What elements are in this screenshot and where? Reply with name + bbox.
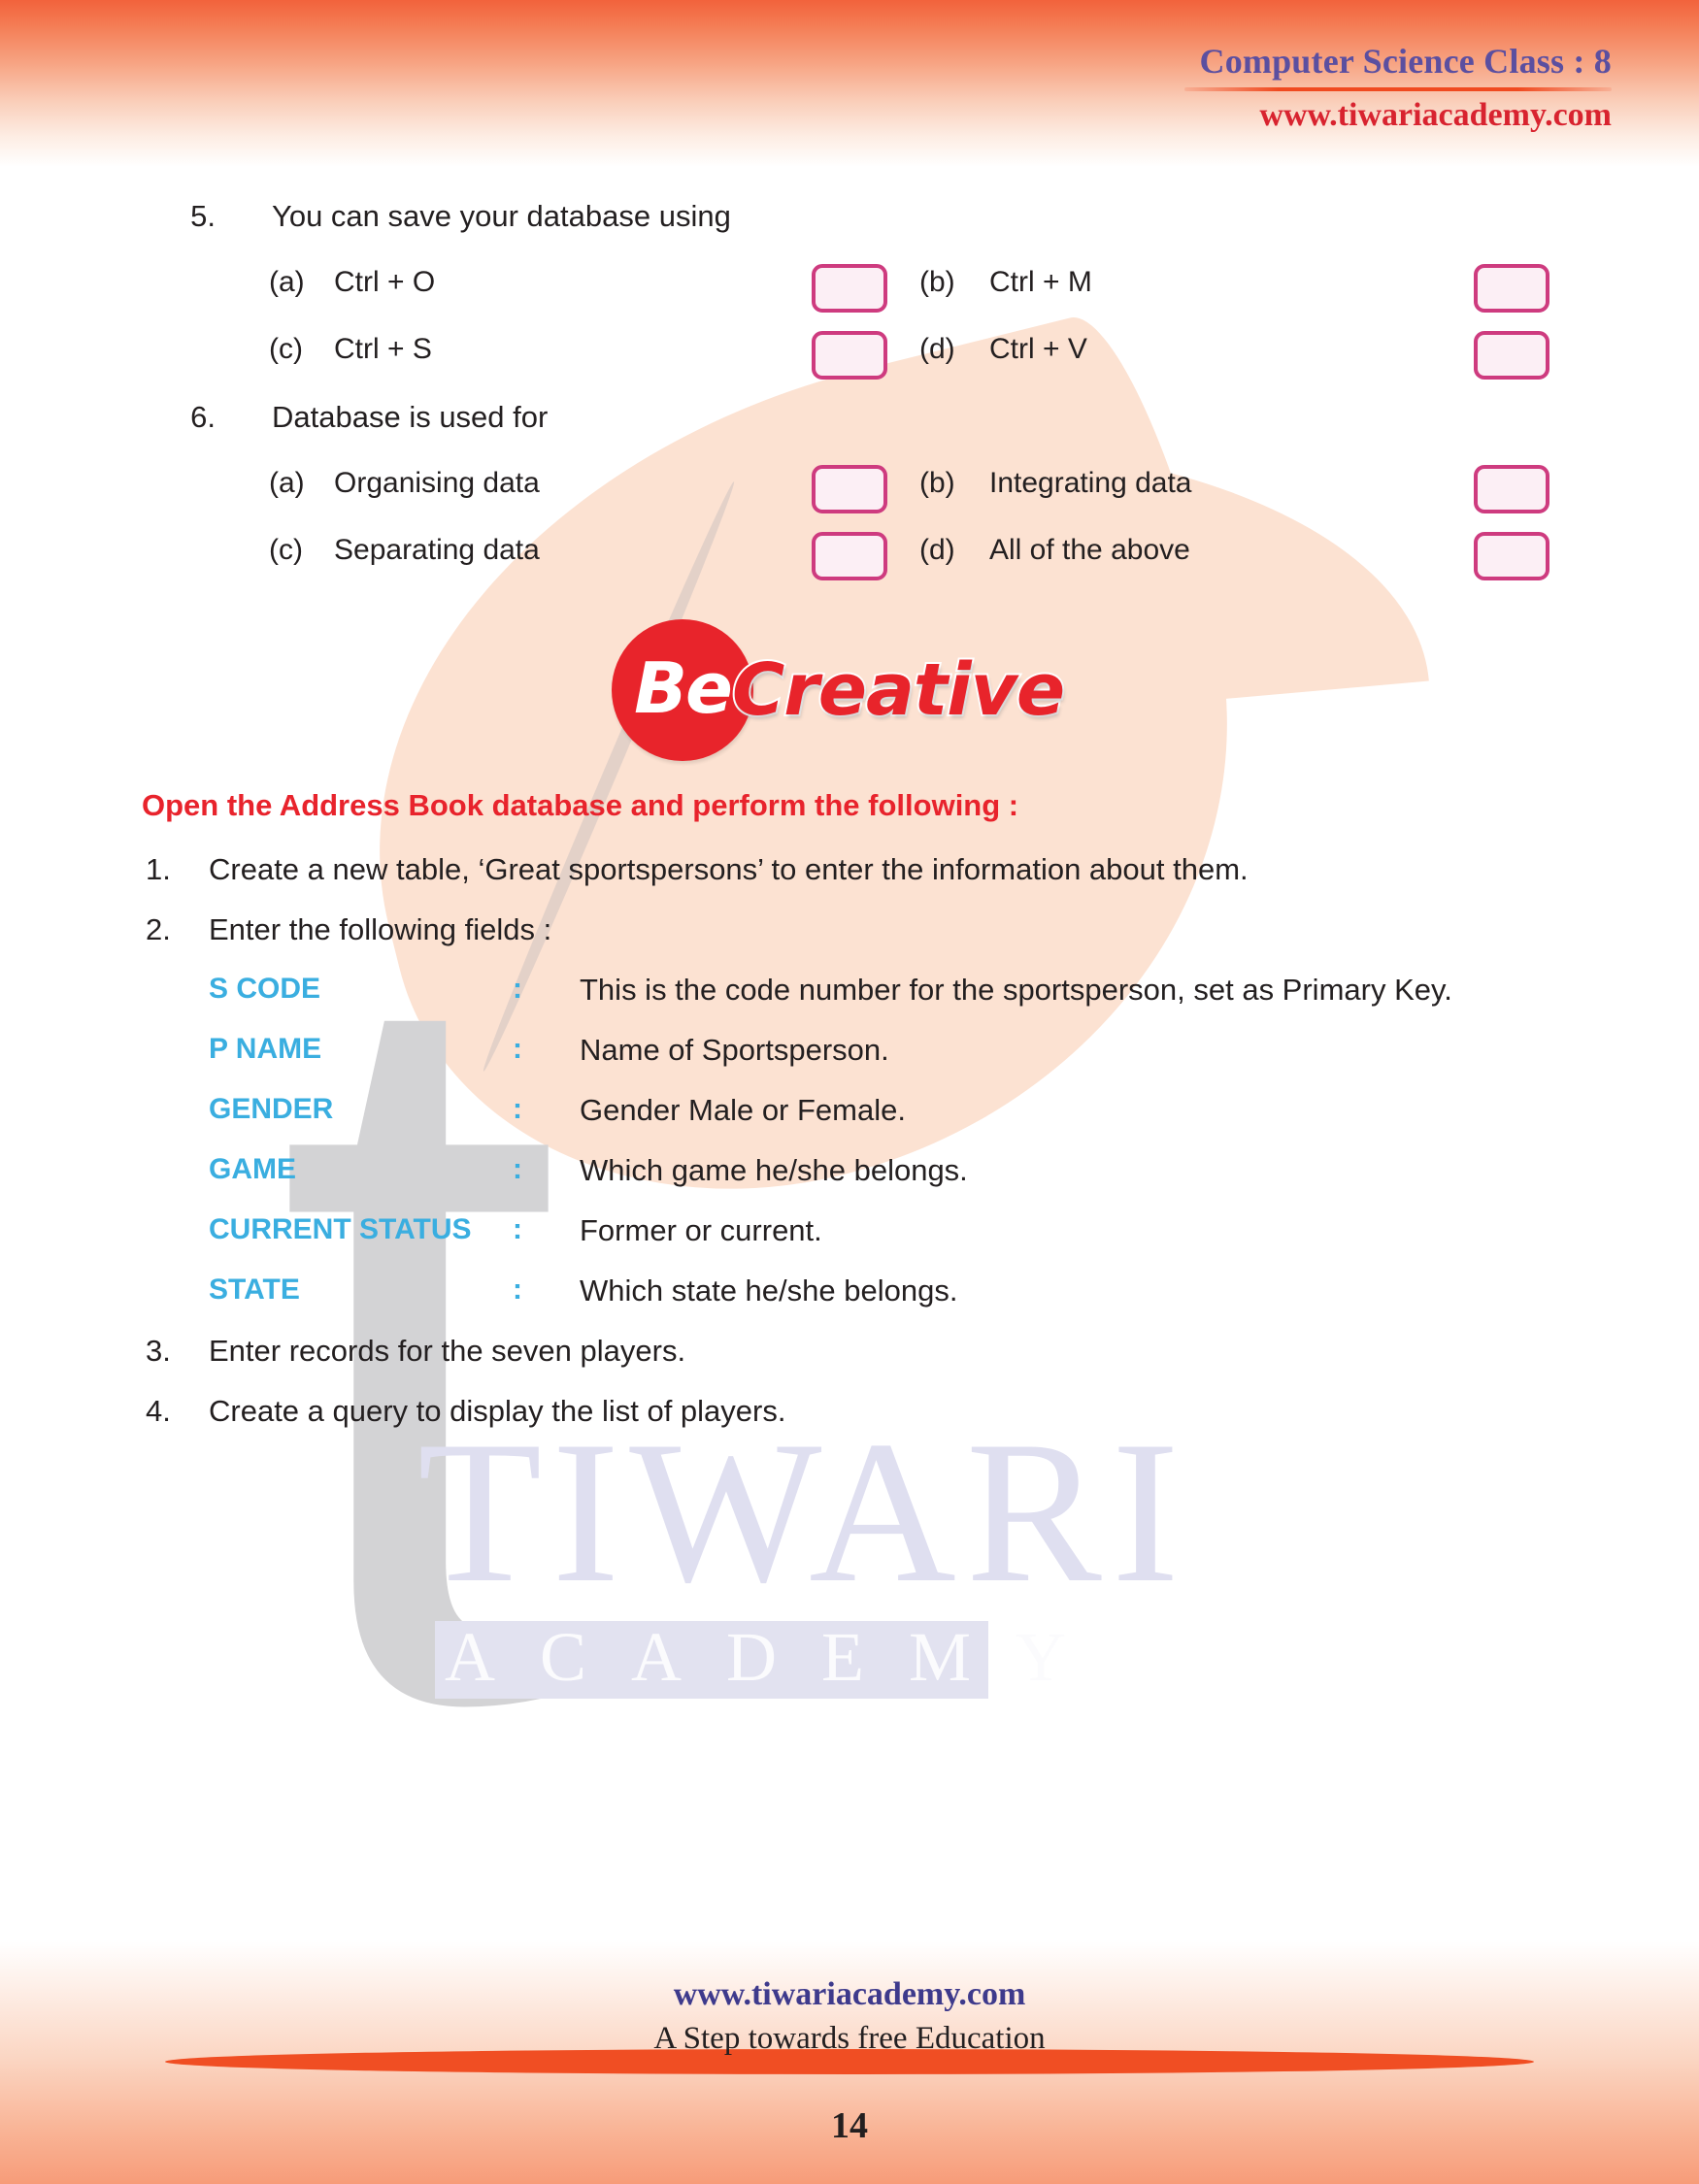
activity-task-2-text: Enter the following fields : <box>209 912 552 946</box>
activity-task-3-number: 3. <box>146 1334 171 1368</box>
field-row-gender-colon: : <box>513 1093 522 1125</box>
question-5-option-d-answer-box[interactable] <box>1474 331 1549 380</box>
be-creative-logo: Be Creative <box>612 619 1067 761</box>
activity-task-4-number: 4. <box>146 1394 171 1428</box>
question-5-number: 5. <box>190 199 216 233</box>
watermark-tiwari: TIWARI <box>417 1400 1189 1625</box>
field-row-game-name: GAME <box>209 1153 296 1185</box>
question-5-option-d-label: (d) <box>919 333 955 365</box>
question-5-option-a-answer-box[interactable] <box>812 264 887 313</box>
document-page: t TIWARI ACADEMY Computer Science Class … <box>0 0 1699 2184</box>
question-5-option-a-label: (a) <box>269 266 305 298</box>
question-6-option-d-text: All of the above <box>989 534 1190 566</box>
activity-task-1-text: Create a new table, ‘Great sportspersons… <box>209 852 1249 886</box>
footer-tagline: A Step towards free Education <box>653 2021 1046 2056</box>
question-5-text: You can save your database using <box>272 199 731 233</box>
field-row-p-name-colon: : <box>513 1033 522 1065</box>
question-6-option-b-label: (b) <box>919 467 955 499</box>
field-row-state-colon: : <box>513 1274 522 1306</box>
question-5-option-a-text: Ctrl + O <box>334 266 436 298</box>
question-6-option-a-label: (a) <box>269 467 305 499</box>
field-row-s-code-desc: This is the code number for the sportspe… <box>580 973 1452 1007</box>
question-5-option-b-answer-box[interactable] <box>1474 264 1549 313</box>
activity-task-3-text: Enter records for the seven players. <box>209 1334 686 1368</box>
creative-label: Creative <box>730 646 1067 734</box>
question-6-text: Database is used for <box>272 400 549 434</box>
question-6-option-c-answer-box[interactable] <box>812 532 887 580</box>
field-row-s-code-colon: : <box>513 973 522 1005</box>
question-6-option-b-text: Integrating data <box>989 467 1192 499</box>
field-row-gender-desc: Gender Male or Female. <box>580 1093 906 1127</box>
field-row-s-code-name: S CODE <box>209 973 321 1005</box>
footer-site-url: www.tiwariacademy.com <box>673 1976 1026 2012</box>
question-6-option-b-answer-box[interactable] <box>1474 465 1549 513</box>
header-title: Computer Science Class : 8 <box>1199 42 1612 81</box>
activity-heading: Open the Address Book database and perfo… <box>142 788 1019 822</box>
page-number: 14 <box>831 2105 868 2146</box>
activity-task-2-number: 2. <box>146 912 171 946</box>
question-5-option-c-label: (c) <box>269 333 303 365</box>
question-6-number: 6. <box>190 400 216 434</box>
field-row-p-name-desc: Name of Sportsperson. <box>580 1033 889 1067</box>
activity-task-1-number: 1. <box>146 852 171 886</box>
field-row-current-status-colon: : <box>513 1213 522 1245</box>
question-6-option-a-text: Organising data <box>334 467 540 499</box>
question-6-option-d-answer-box[interactable] <box>1474 532 1549 580</box>
be-label: Be <box>634 647 733 729</box>
question-5-option-c-text: Ctrl + S <box>334 333 432 365</box>
question-6-option-a-answer-box[interactable] <box>812 465 887 513</box>
header-site-url: www.tiwariacademy.com <box>1259 97 1612 133</box>
page-header: Computer Science Class : 8 www.tiwariaca… <box>1184 41 1612 134</box>
question-6-option-d-label: (d) <box>919 534 955 566</box>
watermark-academy: ACADEMY <box>445 1618 1112 1696</box>
question-5-option-b-label: (b) <box>919 266 955 298</box>
field-row-state-desc: Which state he/she belongs. <box>580 1274 958 1307</box>
activity-task-4-text: Create a query to display the list of pl… <box>209 1394 786 1428</box>
question-5-option-b-text: Ctrl + M <box>989 266 1092 298</box>
question-5-option-d-text: Ctrl + V <box>989 333 1087 365</box>
field-row-current-status-name: CURRENT STATUS <box>209 1213 472 1245</box>
field-row-gender-name: GENDER <box>209 1093 334 1125</box>
field-row-p-name-name: P NAME <box>209 1033 322 1065</box>
field-row-game-desc: Which game he/she belongs. <box>580 1153 968 1187</box>
header-divider <box>1184 87 1612 91</box>
question-5-option-c-answer-box[interactable] <box>812 331 887 380</box>
field-row-state-name: STATE <box>209 1274 300 1306</box>
question-6-option-c-label: (c) <box>269 534 303 566</box>
field-row-current-status-desc: Former or current. <box>580 1213 822 1247</box>
field-row-game-colon: : <box>513 1153 522 1185</box>
question-6-option-c-text: Separating data <box>334 534 540 566</box>
